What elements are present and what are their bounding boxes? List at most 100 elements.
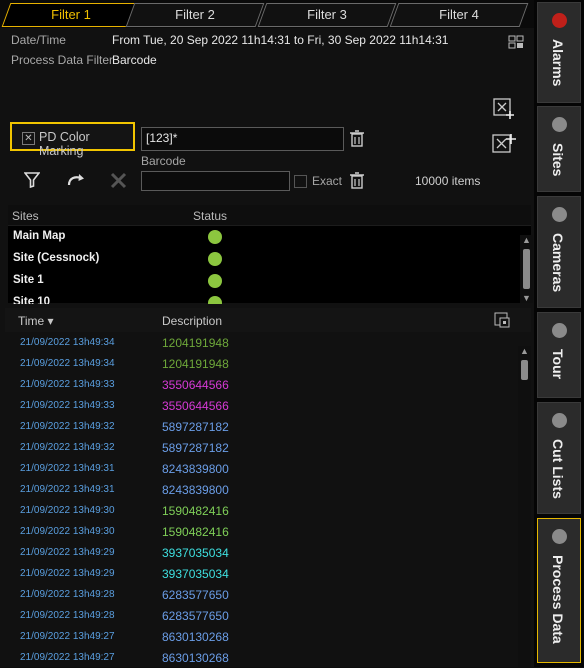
sites-scrollbar[interactable]: ▲ ▼	[520, 235, 533, 303]
event-time: 21/09/2022 13h49:28	[20, 589, 115, 600]
tab-filter-3[interactable]: Filter 3	[257, 3, 397, 27]
clear-icon[interactable]	[110, 172, 127, 189]
side-tab-alarms[interactable]: Alarms	[537, 2, 581, 103]
event-time: 21/09/2022 13h49:32	[20, 421, 115, 432]
events-body: 21/09/2022 13h49:34 1204191948 21/09/2022 …	[5, 332, 531, 668]
event-row[interactable]: 21/09/2022 13h49:28 6283577650	[5, 584, 531, 605]
date-time-label: Date/Time	[11, 33, 66, 47]
event-row[interactable]: 21/09/2022 13h49:33 3550644566	[5, 374, 531, 395]
status-led	[552, 323, 567, 338]
event-row[interactable]: 21/09/2022 13h49:34 1204191948	[5, 353, 531, 374]
scroll-up-icon[interactable]: ▲	[520, 235, 533, 245]
export-icon[interactable]	[494, 312, 510, 328]
side-tab-bar: Alarms Sites Cameras Tour Cut Lists Proc…	[534, 0, 584, 667]
status-led	[552, 413, 567, 428]
event-description: 3550644566	[162, 399, 229, 413]
side-tab-cameras[interactable]: Cameras	[537, 196, 581, 308]
barcode-input[interactable]	[141, 171, 290, 191]
sites-header: Sites Status	[8, 205, 531, 226]
status-dot	[208, 230, 222, 244]
tab-filter-2[interactable]: Filter 2	[125, 3, 265, 27]
side-tab-process-data[interactable]: Process Data	[537, 518, 581, 663]
tab-label: Filter 3	[307, 7, 347, 22]
event-row[interactable]: 21/09/2022 13h49:28 6283577650	[5, 605, 531, 626]
status-led	[552, 207, 567, 222]
events-table: Time ▾ Description 21/09/2022 13h49:34 12…	[5, 308, 531, 667]
event-row[interactable]: 21/09/2022 13h49:27 8630130268	[5, 626, 531, 647]
tab-filter-1[interactable]: Filter 1	[1, 3, 141, 27]
col-time[interactable]: Time ▾	[18, 314, 54, 328]
events-scrollbar[interactable]: ▲	[518, 346, 531, 667]
event-description: 1204191948	[162, 357, 229, 371]
event-row[interactable]: 21/09/2022 13h49:27 8630130268	[5, 647, 531, 668]
event-row[interactable]: 21/09/2022 13h49:33 3550644566	[5, 395, 531, 416]
event-row[interactable]: 21/09/2022 13h49:31 8243839800	[5, 458, 531, 479]
exact-label: Exact	[312, 174, 343, 188]
process-data-filter-value: Barcode	[112, 53, 157, 67]
event-description: 1590482416	[162, 504, 229, 518]
side-tab-sites[interactable]: Sites	[537, 106, 581, 192]
tab-filter-4[interactable]: Filter 4	[389, 3, 529, 27]
event-row[interactable]: 21/09/2022 13h49:30 1590482416	[5, 521, 531, 542]
filter-icon[interactable]	[24, 172, 40, 188]
scroll-thumb[interactable]	[521, 360, 528, 380]
event-description: 8243839800	[162, 462, 229, 476]
event-row[interactable]: 21/09/2022 13h49:29 3937035034	[5, 563, 531, 584]
scroll-up-icon[interactable]: ▲	[518, 346, 531, 356]
layout-icon[interactable]	[508, 35, 524, 49]
pd-color-marking-checkbox[interactable]: ✕	[22, 132, 35, 145]
event-description: 8630130268	[162, 630, 229, 644]
col-status[interactable]: Status	[193, 209, 227, 223]
main-panel: Filter 1 Filter 2 Filter 3 Filter 4 Date…	[0, 0, 534, 667]
trash-icon[interactable]	[349, 171, 365, 189]
scroll-down-icon[interactable]: ▼	[520, 293, 533, 303]
event-row[interactable]: 21/09/2022 13h49:32 5897287182	[5, 437, 531, 458]
site-row[interactable]: Site 1	[8, 270, 531, 292]
event-description: 5897287182	[162, 441, 229, 455]
tab-label: Filter 1	[51, 7, 91, 22]
process-data-filter-label: Process Data Filter	[11, 53, 114, 67]
event-time: 21/09/2022 13h49:30	[20, 526, 115, 537]
side-tab-cut-lists[interactable]: Cut Lists	[537, 402, 581, 514]
status-dot	[208, 296, 222, 304]
date-time-row: Date/Time	[11, 33, 66, 47]
event-row[interactable]: 21/09/2022 13h49:30 1590482416	[5, 500, 531, 521]
event-time: 21/09/2022 13h49:34	[20, 337, 115, 348]
event-time: 21/09/2022 13h49:31	[20, 463, 115, 474]
event-time: 21/09/2022 13h49:27	[20, 631, 115, 642]
event-time: 21/09/2022 13h49:34	[20, 358, 115, 369]
pd-color-marking-toggle[interactable]: ✕ PD Color Marking	[10, 122, 135, 158]
event-time: 21/09/2022 13h49:27	[20, 652, 115, 663]
status-dot	[208, 252, 222, 266]
exact-checkbox[interactable]	[294, 175, 307, 188]
event-description: 6283577650	[162, 588, 229, 602]
col-sites[interactable]: Sites	[12, 209, 39, 223]
col-description[interactable]: Description	[162, 314, 222, 328]
event-row[interactable]: 21/09/2022 13h49:31 8243839800	[5, 479, 531, 500]
trash-icon[interactable]	[349, 129, 365, 147]
event-row[interactable]: 21/09/2022 13h49:34 1204191948	[5, 332, 531, 353]
side-tab-label: Tour	[550, 349, 566, 380]
scroll-thumb[interactable]	[523, 249, 530, 289]
site-row[interactable]: Site 10	[8, 292, 531, 304]
item-count: 10000 items	[415, 174, 481, 188]
sites-table: Sites Status Main Map Site (Cessnock) Si…	[8, 205, 533, 304]
side-tab-tour[interactable]: Tour	[537, 312, 581, 398]
event-row[interactable]: 21/09/2022 13h49:29 3937035034	[5, 542, 531, 563]
site-row[interactable]: Site (Cessnock)	[8, 248, 531, 270]
site-row[interactable]: Main Map	[8, 226, 531, 248]
status-led	[552, 117, 567, 132]
event-time: 21/09/2022 13h49:33	[20, 379, 115, 390]
pattern-input[interactable]: [123]*	[141, 127, 344, 151]
side-tab-label: Cameras	[550, 233, 566, 293]
site-name: Main Map	[13, 230, 66, 242]
event-time: 21/09/2022 13h49:33	[20, 400, 115, 411]
add-filter-icon[interactable]	[491, 132, 517, 158]
refresh-icon[interactable]	[66, 172, 86, 188]
event-description: 3937035034	[162, 567, 229, 581]
side-tab-label: Alarms	[550, 39, 566, 87]
event-row[interactable]: 21/09/2022 13h49:32 5897287182	[5, 416, 531, 437]
event-time: 21/09/2022 13h49:32	[20, 442, 115, 453]
side-tab-label: Process Data	[550, 555, 566, 644]
add-marker-icon[interactable]	[492, 97, 516, 121]
